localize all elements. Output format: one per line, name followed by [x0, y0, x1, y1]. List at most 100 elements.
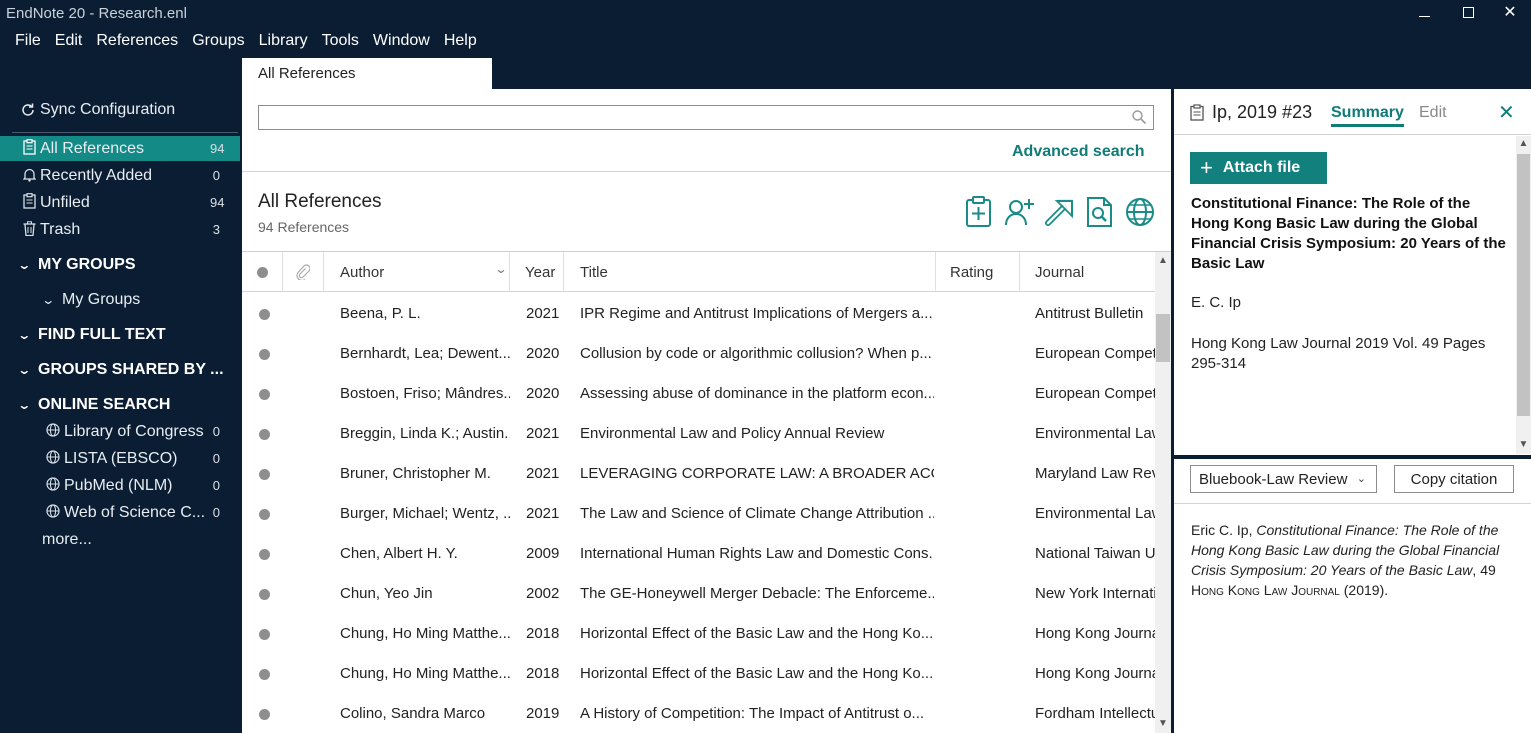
citation-style-select[interactable]: Bluebook-Law Review ⌄	[1190, 465, 1377, 493]
sidebar-item-recently-added[interactable]: Recently Added 0	[0, 163, 240, 188]
share-library-icon[interactable]	[1004, 195, 1036, 229]
online-item-pubmed[interactable]: PubMed (NLM) 0	[0, 473, 240, 498]
sidebar-item-trash[interactable]: Trash 3	[0, 217, 240, 242]
citation-volume: , 49	[1472, 562, 1496, 578]
author-cell: Chung, Ho Ming Matthe...	[340, 625, 510, 642]
online-search-globe-icon[interactable]	[1124, 195, 1156, 229]
table-row[interactable]: Bernhardt, Lea; Dewent... 2020 Collusion…	[242, 333, 1155, 373]
table-row[interactable]: Burger, Michael; Wentz, ... 2021 The Law…	[242, 493, 1155, 533]
close-panel-icon[interactable]: ✕	[1498, 100, 1515, 125]
title-cell: International Human Rights Law and Domes…	[580, 545, 934, 562]
online-item-count: 0	[212, 505, 220, 520]
table-row[interactable]: Beena, P. L. 2021 IPR Regime and Antitru…	[242, 293, 1155, 333]
tab-edit[interactable]: Edit	[1419, 104, 1447, 122]
section-find-full-text[interactable]: ⌄ FIND FULL TEXT	[17, 326, 166, 344]
panel-splitter[interactable]	[1174, 455, 1531, 459]
bell-icon	[20, 167, 38, 185]
rating-column-header[interactable]: Rating	[936, 252, 1020, 292]
table-row[interactable]: Chun, Yeo Jin 2002 The GE-Honeywell Merg…	[242, 573, 1155, 613]
sort-chevron-icon: ⌄	[494, 262, 508, 276]
attach-file-button[interactable]: + Attach file	[1190, 152, 1327, 184]
read-status-column-header[interactable]	[242, 252, 283, 292]
attachment-column-header[interactable]	[283, 252, 324, 292]
online-item-web-of-science[interactable]: Web of Science C... 0	[0, 500, 240, 525]
citation-year: (2019).	[1339, 582, 1389, 598]
title-cell: LEVERAGING CORPORATE LAW: A BROADER ACCO…	[580, 465, 934, 482]
sidebar-item-count: 94	[210, 141, 225, 156]
section-online-search[interactable]: ⌄ ONLINE SEARCH	[17, 396, 171, 414]
scrollbar-thumb[interactable]	[1156, 314, 1170, 362]
tab-all-references[interactable]: All References	[242, 58, 492, 89]
table-row[interactable]: Bruner, Christopher M. 2021 LEVERAGING C…	[242, 453, 1155, 493]
minimize-button[interactable]	[1402, 0, 1446, 28]
title-column-header[interactable]: Title	[564, 252, 936, 292]
menu-references[interactable]: References	[89, 30, 185, 54]
export-arrow-icon[interactable]	[1044, 195, 1076, 229]
title-bar: EndNote 20 - Research.enl ✕	[0, 0, 1531, 28]
table-row[interactable]: Chung, Ho Ming Matthe... 2018 Horizontal…	[242, 653, 1155, 693]
sidebar-item-unfiled[interactable]: Unfiled 94	[0, 190, 240, 215]
title-cell: A History of Competition: The Impact of …	[580, 705, 925, 722]
title-cell: The Law and Science of Climate Change At…	[580, 505, 934, 522]
scrollbar-thumb[interactable]	[1517, 154, 1530, 416]
title-cell: Horizontal Effect of the Basic Law and t…	[580, 665, 934, 682]
new-reference-icon[interactable]	[964, 195, 996, 229]
maximize-button[interactable]	[1446, 0, 1490, 28]
scroll-down-icon[interactable]: ▼	[1516, 439, 1531, 450]
sidebar-item-all-references[interactable]: All References 94	[0, 136, 240, 161]
panel-header: Ip, 2019 #23 Summary Edit ✕	[1174, 89, 1531, 135]
online-more-link[interactable]: more...	[42, 531, 92, 549]
author-column-header[interactable]: Author ⌄	[324, 252, 510, 292]
sidebar-item-count: 0	[212, 168, 220, 183]
scroll-up-icon[interactable]: ▲	[1516, 138, 1531, 149]
menu-library[interactable]: Library	[252, 30, 315, 54]
menu-groups[interactable]: Groups	[185, 30, 251, 54]
unread-dot-icon	[259, 547, 270, 564]
table-row[interactable]: Colino, Sandra Marco 2019 A History of C…	[242, 693, 1155, 733]
year-cell: 2009	[526, 545, 560, 562]
table-row[interactable]: Breggin, Linda K.; Austin... 2021 Enviro…	[242, 413, 1155, 453]
online-item-lista[interactable]: LISTA (EBSCO) 0	[0, 446, 240, 471]
group-set-my-groups[interactable]: ⌄ My Groups	[41, 291, 140, 309]
menu-help[interactable]: Help	[437, 30, 484, 54]
author-cell: Chun, Yeo Jin	[340, 585, 433, 602]
scroll-down-icon[interactable]: ▼	[1155, 718, 1171, 729]
journal-cell: Antitrust Bulletin	[1035, 305, 1144, 322]
menu-bar: File Edit References Groups Library Tool…	[0, 30, 484, 54]
tab-summary[interactable]: Summary	[1331, 104, 1404, 127]
author-cell: Bruner, Christopher M.	[340, 465, 491, 482]
section-my-groups[interactable]: ⌄ MY GROUPS	[17, 256, 135, 274]
globe-icon	[44, 504, 62, 521]
menu-edit[interactable]: Edit	[48, 30, 90, 54]
unread-dot-icon	[259, 507, 270, 524]
trash-icon	[20, 220, 38, 239]
menu-file[interactable]: File	[0, 30, 48, 54]
menu-tools[interactable]: Tools	[315, 30, 366, 54]
section-label: ONLINE SEARCH	[38, 396, 171, 413]
sync-configuration[interactable]: Sync Configuration	[20, 101, 175, 119]
reference-list-scrollbar[interactable]: ▲ ▼	[1155, 252, 1171, 733]
find-full-text-icon[interactable]	[1084, 195, 1116, 229]
sync-icon	[22, 103, 34, 116]
title-cell: Collusion by code or algorithmic collusi…	[580, 345, 932, 362]
online-item-library-of-congress[interactable]: Library of Congress 0	[0, 419, 240, 444]
scroll-up-icon[interactable]: ▲	[1155, 255, 1171, 266]
divider	[12, 132, 238, 133]
table-row[interactable]: Chung, Ho Ming Matthe... 2018 Horizontal…	[242, 613, 1155, 653]
table-row[interactable]: Chen, Albert H. Y. 2009 International Hu…	[242, 533, 1155, 573]
advanced-search-link[interactable]: Advanced search	[1012, 143, 1145, 161]
journal-column-header[interactable]: Journal	[1020, 252, 1155, 292]
close-window-button[interactable]: ✕	[1488, 0, 1531, 28]
unread-dot-icon	[259, 587, 270, 604]
menu-window[interactable]: Window	[366, 30, 437, 54]
summary-scrollbar[interactable]: ▲ ▼	[1516, 136, 1531, 454]
search-icon[interactable]	[1131, 109, 1147, 125]
search-input[interactable]	[259, 106, 1119, 128]
copy-citation-button[interactable]: Copy citation	[1394, 465, 1514, 493]
table-row[interactable]: Bostoen, Friso; Mândres... 2020 Assessin…	[242, 373, 1155, 413]
section-groups-shared[interactable]: ⌄ GROUPS SHARED BY ...	[17, 361, 223, 379]
window-title: EndNote 20 - Research.enl	[6, 5, 187, 22]
year-column-header[interactable]: Year	[510, 252, 564, 292]
read-status-dot-icon	[257, 267, 268, 278]
globe-icon	[44, 477, 62, 494]
